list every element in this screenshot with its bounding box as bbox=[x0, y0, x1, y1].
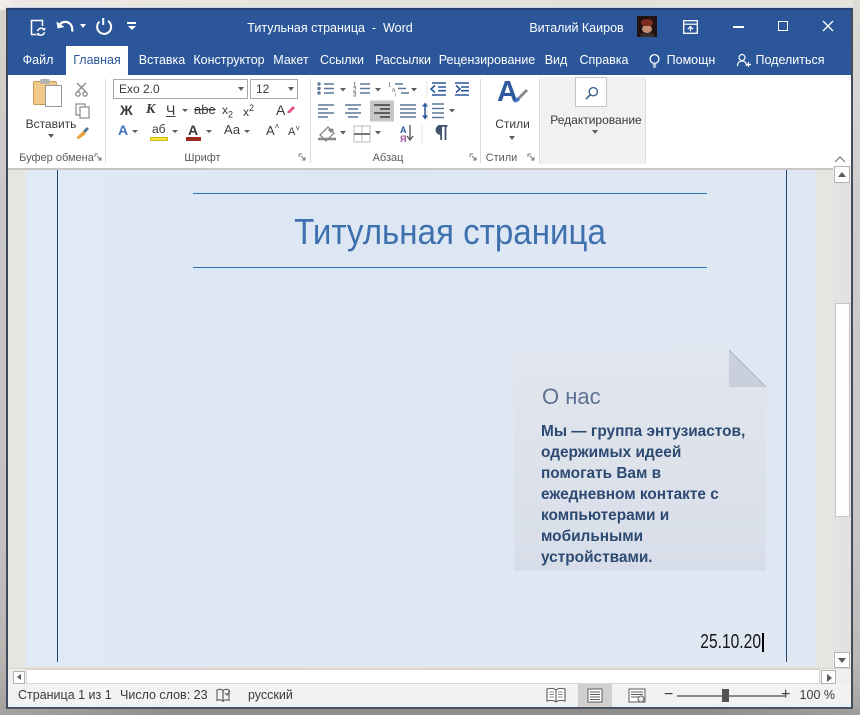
svg-text:i: i bbox=[395, 93, 396, 99]
svg-text:Я: Я bbox=[400, 134, 406, 144]
svg-text:1: 1 bbox=[388, 83, 391, 89]
svg-text:3: 3 bbox=[353, 93, 357, 99]
